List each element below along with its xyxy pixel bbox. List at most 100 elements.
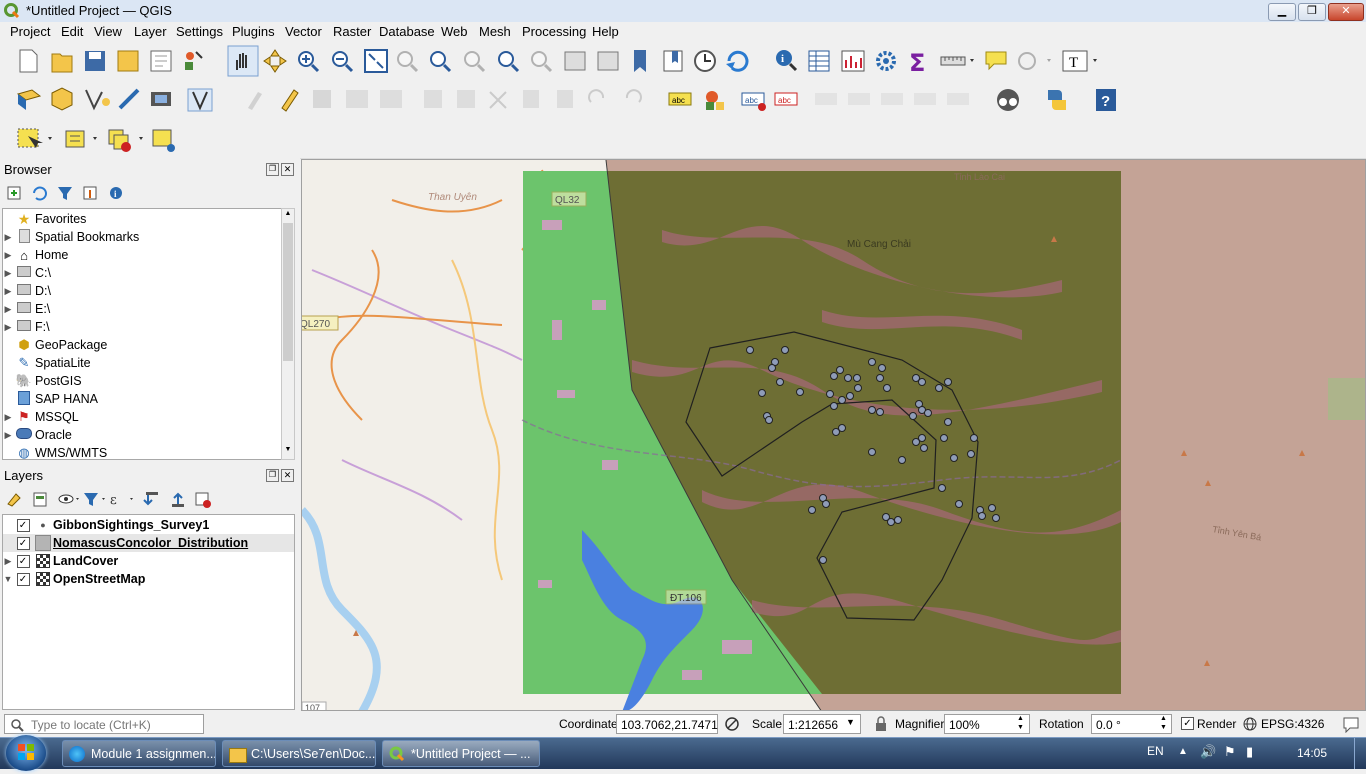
label-tool-icon[interactable]: abc — [668, 92, 692, 106]
zoom-native-icon[interactable] — [464, 51, 486, 73]
measure-icon[interactable] — [940, 56, 974, 66]
expand-arrow-icon[interactable]: ▶ — [3, 232, 13, 243]
menu-database[interactable]: Database — [379, 24, 435, 39]
expand-arrow-icon[interactable]: ▶ — [3, 430, 13, 441]
current-edits-icon[interactable] — [281, 89, 299, 112]
collapse-all-icon[interactable] — [83, 186, 97, 200]
layer-visibility-checkbox[interactable]: ✓ — [16, 518, 30, 532]
pan-map-icon[interactable] — [227, 45, 259, 77]
zoom-to-selection-icon[interactable] — [397, 51, 419, 73]
toggle-extents-icon[interactable] — [724, 716, 740, 732]
help-icon[interactable]: ? — [1096, 89, 1116, 111]
select-by-location-icon[interactable] — [152, 129, 175, 152]
clock[interactable]: 14:05 — [1297, 746, 1327, 760]
expand-arrow-icon[interactable]: ▶ — [3, 556, 13, 567]
new-shapefile-layer-icon[interactable] — [85, 89, 110, 111]
diagram-tool-icon[interactable] — [706, 91, 724, 110]
processing-toolbox-icon[interactable] — [876, 51, 896, 71]
show-bookmarks-icon[interactable] — [663, 50, 683, 72]
zoom-out-icon[interactable] — [332, 51, 354, 73]
collapse-all-layers-icon[interactable] — [172, 492, 184, 507]
temporal-controller-icon[interactable] — [694, 50, 716, 72]
browser-item-postgis[interactable]: 🐘 PostGIS — [3, 372, 82, 390]
browser-item-sap-hana[interactable]: SAP HANA — [3, 390, 98, 408]
browser-item-d-drive[interactable]: ▶ D:\ — [3, 282, 51, 300]
identify-icon[interactable]: i — [776, 50, 798, 72]
deselect-all-icon[interactable] — [108, 129, 143, 152]
show-hidden-icons-icon[interactable]: ▲ — [1178, 746, 1188, 757]
new-map-view-icon[interactable] — [564, 51, 586, 71]
scroll-up-icon[interactable]: ▲ — [283, 210, 293, 220]
browser-float-button[interactable]: ❐ — [266, 163, 279, 176]
save-project-icon[interactable] — [85, 51, 105, 71]
browser-item-wms[interactable]: ◍ WMS/WMTS — [3, 444, 107, 459]
select-features-icon[interactable] — [17, 128, 52, 148]
network-icon[interactable]: ▮ — [1246, 744, 1253, 760]
menu-web[interactable]: Web — [441, 24, 468, 39]
digitize-icon[interactable] — [187, 88, 213, 112]
show-desktop-button[interactable] — [1354, 738, 1366, 769]
menu-vector[interactable]: Vector — [285, 24, 322, 39]
zoom-next-icon[interactable] — [531, 51, 553, 73]
menu-project[interactable]: Project — [10, 24, 50, 39]
expand-all-icon[interactable] — [143, 492, 158, 506]
menu-layer[interactable]: Layer — [134, 24, 167, 39]
map-tips-icon[interactable] — [985, 51, 1007, 71]
browser-item-spatial-bookmarks[interactable]: ▶ Spatial Bookmarks — [3, 228, 139, 246]
add-selected-layers-icon[interactable] — [7, 186, 21, 200]
browser-item-e-drive[interactable]: ▶ E:\ — [3, 300, 50, 318]
coordinate-field[interactable]: 103.7062,21.7471 — [616, 714, 718, 734]
rotation-stepper-icon[interactable]: ▲ ▼ — [1160, 714, 1167, 732]
menu-mesh[interactable]: Mesh — [479, 24, 511, 39]
expand-arrow-icon[interactable]: ▶ — [3, 412, 13, 423]
collapse-arrow-icon[interactable]: ▼ — [3, 574, 13, 584]
magnifier-stepper-icon[interactable]: ▲ ▼ — [1017, 714, 1024, 732]
layer-row-landcover[interactable]: ▶ ✓ LandCover — [3, 552, 294, 570]
print-layout-icon[interactable] — [150, 50, 172, 72]
layers-float-button[interactable]: ❐ — [266, 469, 279, 482]
pin-label-icon[interactable]: abc — [774, 92, 798, 106]
action-center-flag-icon[interactable]: ⚑ — [1224, 744, 1236, 760]
remove-layer-icon[interactable] — [195, 492, 211, 508]
expand-arrow-icon[interactable]: ▶ — [3, 250, 13, 261]
scale-dropdown-icon[interactable]: ▼ — [846, 717, 855, 727]
filter-by-expression-icon[interactable]: ε — [110, 493, 133, 508]
menu-help[interactable]: Help — [592, 24, 619, 39]
attribute-table-icon[interactable] — [808, 50, 830, 72]
layer-visibility-checkbox[interactable]: ✓ — [16, 554, 30, 568]
new-project-icon[interactable] — [19, 49, 38, 73]
restore-button[interactable]: ❐ — [1298, 3, 1326, 21]
zoom-in-icon[interactable] — [298, 51, 320, 73]
layer-row-gibbon-sightings[interactable]: ✓ ● GibbonSightings_Survey1 — [3, 516, 294, 534]
browser-item-home[interactable]: ▶ ⌂ Home — [3, 246, 69, 264]
browser-item-mssql[interactable]: ▶ ⚑ MSSQL — [3, 408, 79, 426]
browser-item-favorites[interactable]: ★ Favorites — [3, 210, 87, 228]
language-indicator[interactable]: EN — [1147, 744, 1164, 758]
browser-scrollbar[interactable]: ▲ ▼ — [281, 208, 295, 460]
layer-visibility-checkbox[interactable]: ✓ — [16, 572, 30, 586]
highlight-label-icon[interactable]: abc — [741, 92, 766, 111]
scrollbar-thumb[interactable] — [283, 223, 293, 361]
python-console-icon[interactable] — [1048, 90, 1066, 110]
layer-visibility-checkbox[interactable]: ✓ — [16, 536, 30, 550]
menu-plugins[interactable]: Plugins — [232, 24, 275, 39]
zoom-last-icon[interactable] — [498, 51, 520, 73]
style-manager-icon[interactable] — [185, 51, 203, 70]
menu-processing[interactable]: Processing — [522, 24, 586, 39]
browser-item-c-drive[interactable]: ▶ C:\ — [3, 264, 51, 282]
new-bookmark-icon[interactable] — [634, 50, 646, 72]
menu-edit[interactable]: Edit — [61, 24, 83, 39]
sum-icon[interactable]: Σ — [909, 49, 925, 77]
taskbar-item-qgis[interactable]: *Untitled Project — ... — [382, 740, 540, 767]
messages-icon[interactable] — [1341, 715, 1361, 733]
menu-view[interactable]: View — [94, 24, 122, 39]
refresh-browser-icon[interactable] — [33, 186, 47, 201]
expand-arrow-icon[interactable]: ▶ — [3, 304, 13, 315]
close-button[interactable]: ✕ — [1328, 3, 1364, 21]
layer-row-nomascus-distribution[interactable]: ✓ NomascusConcolor_Distribution — [3, 534, 294, 552]
scroll-down-icon[interactable]: ▼ — [283, 446, 293, 456]
add-group-icon[interactable] — [33, 492, 47, 507]
volume-icon[interactable]: 🔊 — [1200, 744, 1216, 760]
new-geopackage-layer-icon[interactable] — [51, 87, 73, 111]
minimize-button[interactable]: ▁ — [1268, 3, 1296, 21]
